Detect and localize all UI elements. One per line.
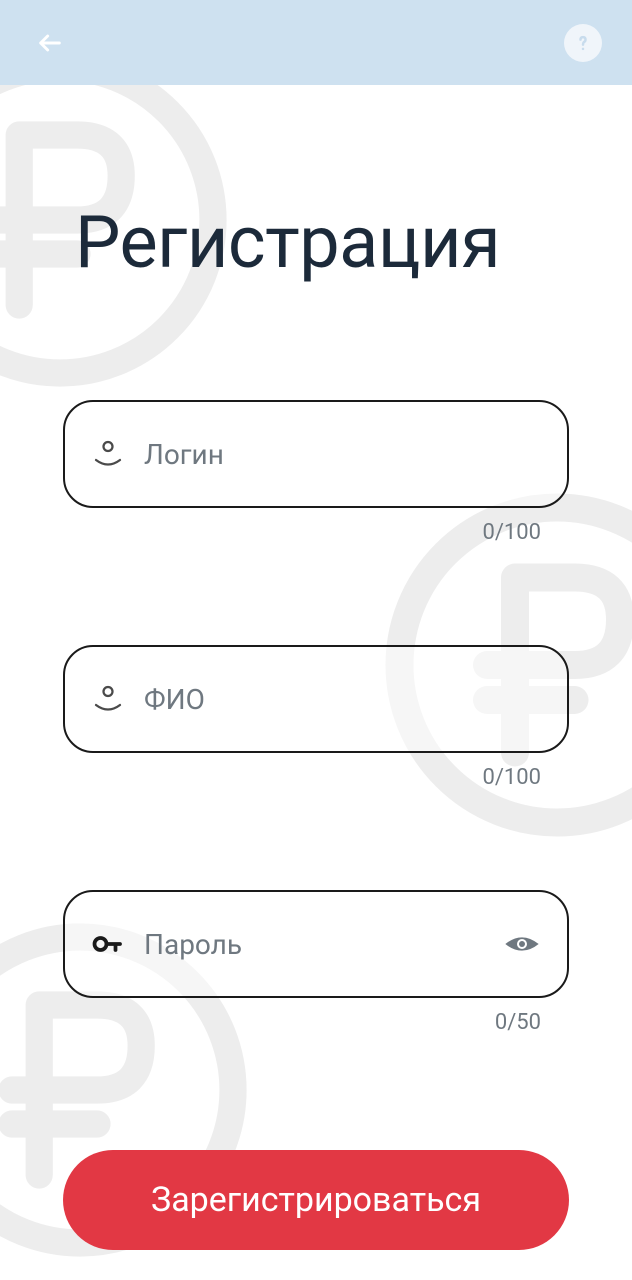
password-counter: 0/50 bbox=[63, 1010, 569, 1035]
header-bar bbox=[0, 0, 632, 85]
help-button[interactable] bbox=[564, 24, 602, 62]
fullname-field: 0/100 bbox=[63, 645, 569, 790]
toggle-password-visibility[interactable] bbox=[502, 924, 542, 964]
fullname-input[interactable] bbox=[144, 683, 542, 716]
key-icon bbox=[90, 926, 126, 962]
login-counter: 0/100 bbox=[63, 520, 569, 545]
eye-icon bbox=[502, 924, 542, 964]
fullname-input-container[interactable] bbox=[63, 645, 569, 753]
login-input[interactable] bbox=[144, 438, 542, 471]
user-icon bbox=[90, 681, 126, 717]
submit-button[interactable]: Зарегистрироваться bbox=[63, 1150, 569, 1250]
password-field: 0/50 bbox=[63, 890, 569, 1035]
page-title: Регистрация bbox=[63, 200, 569, 285]
password-input[interactable] bbox=[144, 928, 502, 961]
user-icon bbox=[90, 436, 126, 472]
question-icon bbox=[573, 29, 593, 57]
login-field: 0/100 bbox=[63, 400, 569, 545]
arrow-left-icon bbox=[36, 29, 64, 57]
back-button[interactable] bbox=[30, 23, 70, 63]
login-input-container[interactable] bbox=[63, 400, 569, 508]
fullname-counter: 0/100 bbox=[63, 765, 569, 790]
password-input-container[interactable] bbox=[63, 890, 569, 998]
